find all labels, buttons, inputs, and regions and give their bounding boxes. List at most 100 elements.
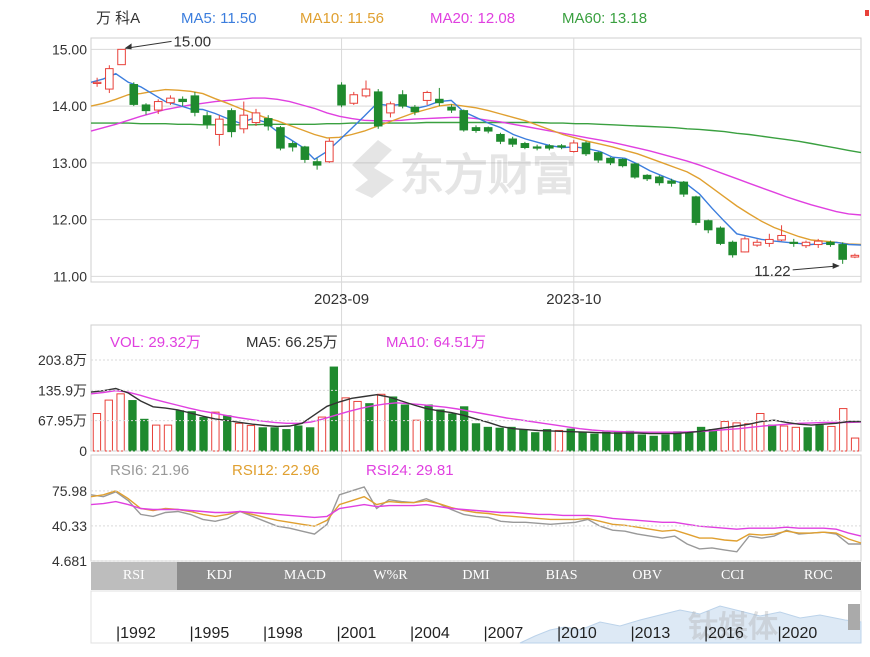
volume-bar — [377, 393, 386, 452]
candle — [569, 140, 579, 153]
volume-bar — [519, 429, 528, 452]
volume-bar — [649, 435, 658, 452]
volume-bar — [116, 393, 125, 452]
candle — [227, 108, 236, 138]
overview-year-label: |2007 — [484, 625, 524, 642]
candle — [92, 77, 102, 87]
candle — [361, 80, 371, 98]
rsi24-line — [90, 500, 862, 537]
candle — [532, 144, 542, 151]
candle — [667, 178, 676, 187]
legend-ma20: MA20: 12.08 — [430, 10, 515, 27]
volume-bar — [495, 427, 504, 452]
candle — [251, 108, 261, 126]
volume-bar — [471, 423, 481, 452]
volume-bar — [258, 427, 267, 452]
candle — [471, 125, 481, 133]
volume-bar — [282, 429, 291, 452]
volume-bar — [140, 418, 149, 452]
volume-bar — [507, 426, 516, 452]
volume-bar — [767, 424, 777, 452]
volume-bar — [613, 432, 623, 452]
candle — [691, 195, 701, 226]
date-label: 2023-09 — [314, 291, 369, 308]
tab-macd[interactable]: MACD — [262, 562, 348, 590]
volume-bar — [294, 425, 303, 452]
price-tick-label: 13.00 — [52, 155, 87, 171]
volume-bar — [531, 432, 540, 452]
candle — [202, 111, 212, 129]
volume-bar — [388, 396, 398, 452]
candle — [276, 125, 285, 151]
overview-year-label: |2020 — [778, 625, 818, 642]
candle — [520, 141, 530, 150]
volume-bar — [708, 429, 718, 452]
volume-bar — [365, 403, 374, 452]
candle — [618, 158, 627, 168]
indicator-tabbar: RSI KDJ MACD W%R DMI BIAS OBV CCI ROC — [91, 562, 861, 590]
volume-bar — [234, 422, 244, 452]
volume-bar — [661, 434, 670, 452]
vol-ma10-legend: MA10: 64.51万 — [386, 334, 486, 351]
candle — [765, 233, 774, 247]
vol-legend: VOL: 29.32万 — [110, 334, 201, 351]
candle — [215, 115, 224, 146]
volume-bar — [329, 366, 339, 452]
overview-year-label: |1995 — [190, 625, 230, 642]
vol-tick-label: 203.8万 — [38, 352, 87, 368]
legend-ma5: MA5: 11.50 — [181, 10, 257, 27]
tab-bias[interactable]: BIAS — [519, 562, 605, 590]
rsi24-legend: RSI24: 29.81 — [366, 462, 454, 479]
volume-bar — [151, 424, 161, 452]
candle — [850, 253, 860, 259]
overview-year-label: |2016 — [704, 625, 744, 642]
tab-wpctr[interactable]: W%R — [348, 562, 434, 590]
candle — [716, 226, 725, 246]
overview-year-label: |1992 — [116, 625, 156, 642]
tab-obv[interactable]: OBV — [604, 562, 690, 590]
volume-bar — [839, 408, 848, 452]
volume-bar — [459, 406, 469, 452]
tab-roc[interactable]: ROC — [776, 562, 862, 590]
candle — [655, 175, 664, 186]
candle — [581, 141, 591, 157]
volume-bar — [175, 410, 185, 452]
tab-rsi[interactable]: RSI — [91, 562, 177, 590]
tab-kdj[interactable]: KDJ — [177, 562, 263, 590]
volume-bar — [673, 431, 682, 452]
volume-bar — [554, 429, 564, 452]
candle — [593, 151, 603, 163]
candle — [300, 145, 310, 163]
candle — [398, 90, 407, 109]
volume-bar — [779, 425, 789, 452]
candle — [141, 103, 151, 115]
volume-bar — [791, 426, 801, 452]
tab-dmi[interactable]: DMI — [433, 562, 519, 590]
candle — [129, 82, 139, 107]
candle — [789, 238, 799, 247]
stock-name: 万 科A — [96, 10, 140, 27]
volume-bar — [305, 427, 315, 452]
candle — [642, 174, 652, 181]
candle — [349, 91, 359, 105]
volume-bar — [590, 433, 599, 452]
overview-handle[interactable] — [848, 604, 860, 630]
candle — [190, 91, 200, 117]
price-tick-label: 12.00 — [52, 212, 87, 228]
volume-bar — [637, 434, 647, 452]
volume-bar — [602, 431, 611, 452]
price-tick-label: 15.00 — [52, 41, 87, 57]
volume-bar — [850, 437, 860, 452]
volume-bar — [542, 429, 552, 452]
volume-bar — [412, 419, 421, 452]
tab-cci[interactable]: CCI — [690, 562, 776, 590]
volume-bar — [104, 399, 113, 452]
volume-bar — [199, 417, 208, 452]
rsi-tick-label: 40.33 — [52, 518, 87, 534]
candle — [422, 90, 432, 105]
candle — [178, 96, 187, 107]
candle — [777, 225, 786, 242]
candle — [373, 89, 383, 129]
volume-bar — [625, 430, 635, 452]
rsi-tick-label: 75.98 — [52, 483, 87, 499]
